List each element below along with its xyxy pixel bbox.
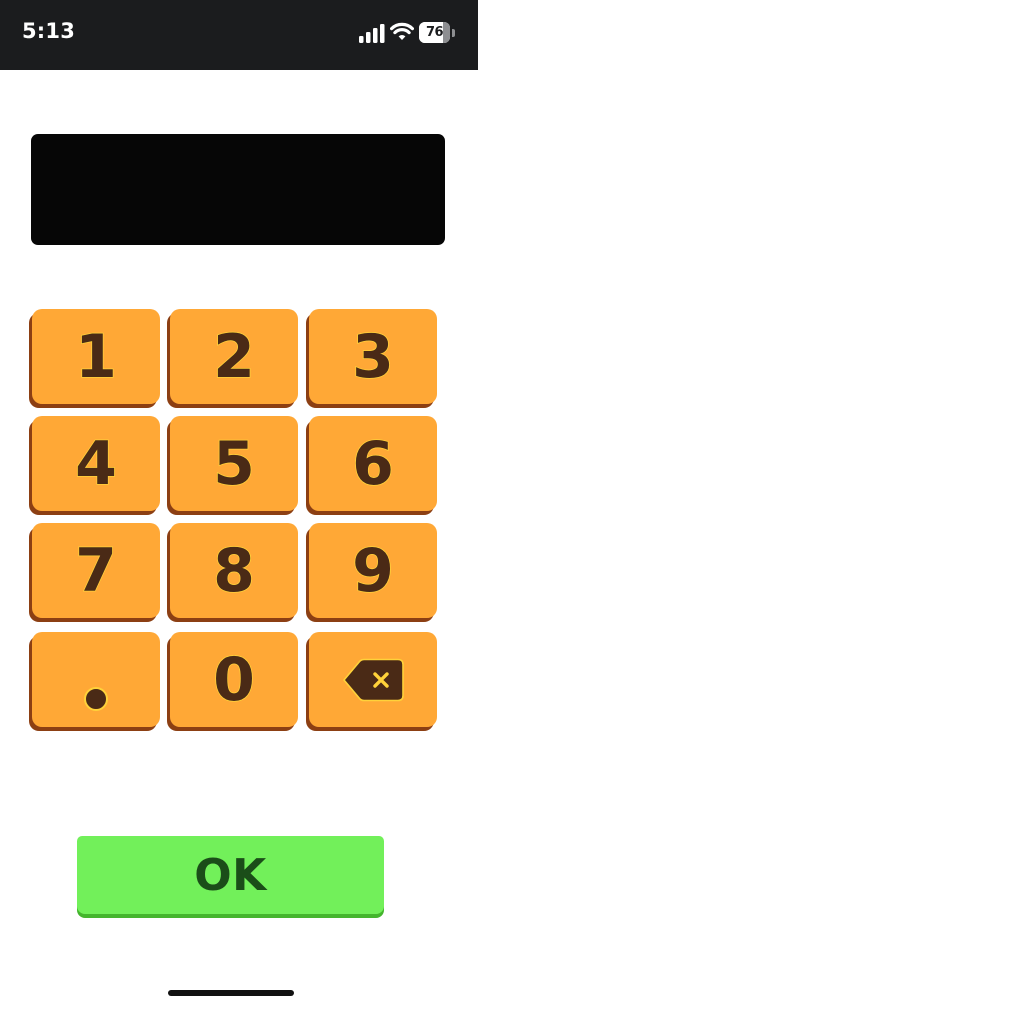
key-label: 3	[351, 321, 394, 392]
key-label: 1	[74, 321, 117, 392]
key-label: 7	[74, 535, 117, 606]
key-1[interactable]: 1	[32, 309, 160, 404]
status-time: 5:13	[22, 19, 76, 43]
key-0[interactable]: 0	[170, 632, 298, 727]
backspace-icon	[342, 658, 404, 701]
key-label: 9	[351, 535, 394, 606]
number-display	[31, 134, 445, 245]
battery-body: 76	[419, 22, 450, 43]
key-8[interactable]: 8	[170, 523, 298, 618]
key-label: 4	[74, 428, 117, 499]
key-decimal[interactable]	[32, 632, 160, 727]
key-7[interactable]: 7	[32, 523, 160, 618]
battery-icon: 76	[419, 22, 455, 44]
battery-percent: 76	[425, 25, 444, 40]
ok-button-label: OK	[194, 849, 267, 901]
cellular-signal-icon	[359, 24, 385, 43]
key-9[interactable]: 9	[309, 523, 437, 618]
key-label: 6	[351, 428, 394, 499]
battery-cap	[452, 29, 455, 37]
key-label: 5	[212, 428, 255, 499]
key-4[interactable]: 4	[32, 416, 160, 511]
key-2[interactable]: 2	[170, 309, 298, 404]
key-label: 0	[212, 644, 255, 715]
key-backspace[interactable]	[309, 632, 437, 727]
key-label: 2	[212, 321, 255, 392]
status-bar: 5:13 76	[0, 0, 478, 70]
home-indicator[interactable]	[168, 990, 294, 996]
decimal-point-glyph	[84, 686, 108, 711]
wifi-icon	[390, 22, 414, 40]
key-6[interactable]: 6	[309, 416, 437, 511]
key-5[interactable]: 5	[170, 416, 298, 511]
key-3[interactable]: 3	[309, 309, 437, 404]
ok-button[interactable]: OK	[77, 836, 384, 914]
key-label: 8	[212, 535, 255, 606]
